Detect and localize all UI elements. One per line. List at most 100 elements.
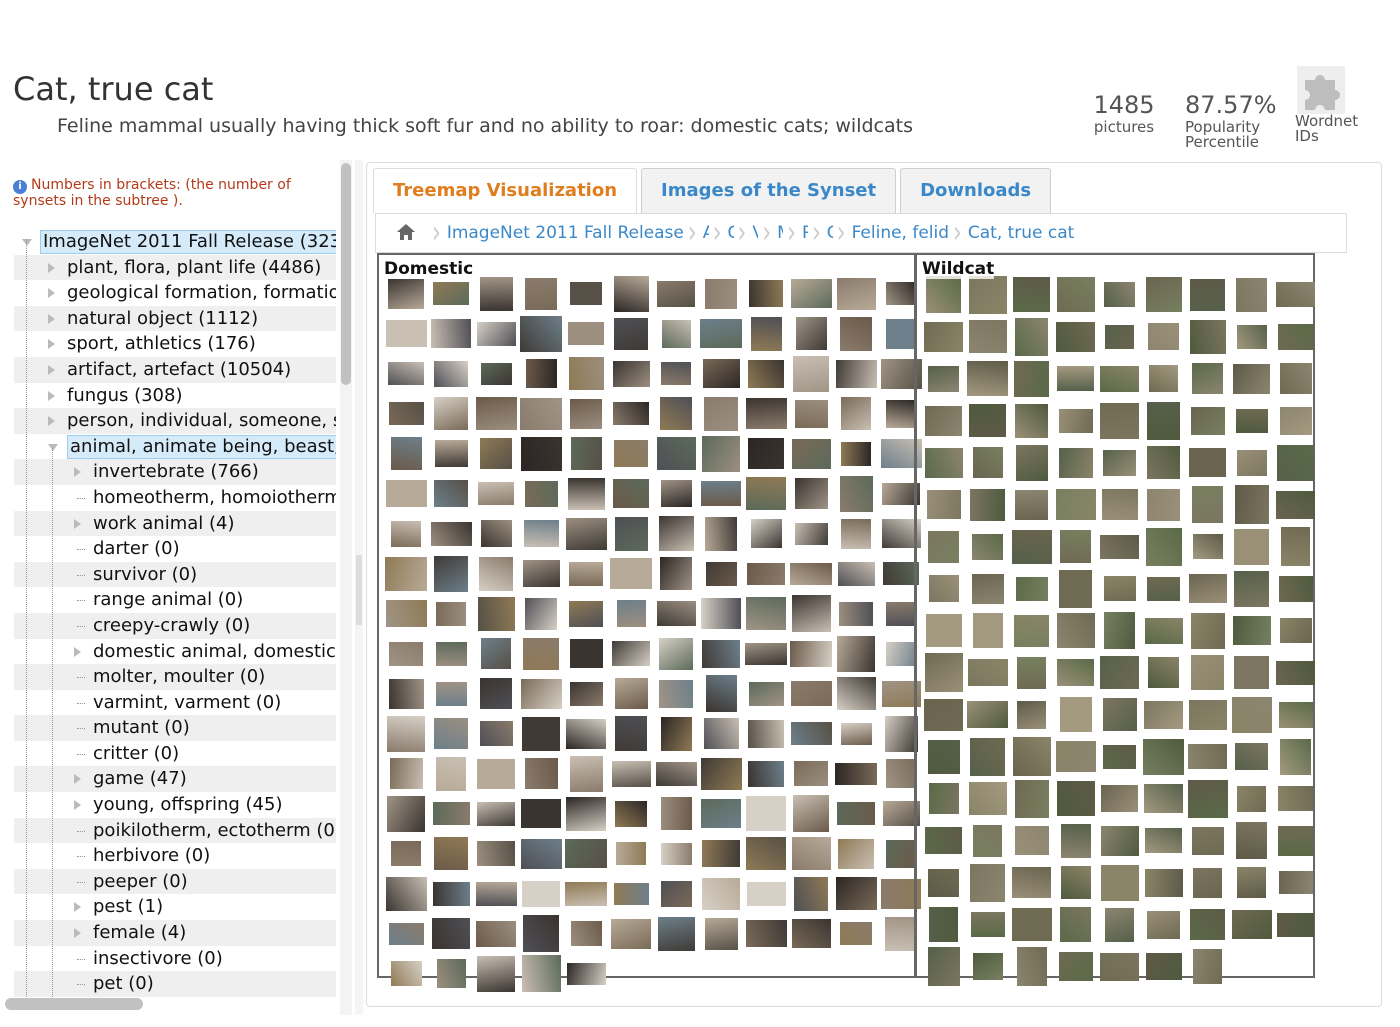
treemap-thumbnail[interactable]	[790, 563, 832, 585]
treemap-thumbnail[interactable]	[704, 397, 738, 431]
treemap-thumbnail[interactable]	[478, 482, 514, 505]
treemap-wildcat-label[interactable]: Wildcat	[922, 259, 995, 279]
treemap-thumbnail[interactable]	[886, 840, 916, 868]
treemap-thumbnail[interactable]	[1103, 698, 1137, 731]
treemap-thumbnail[interactable]	[1276, 661, 1315, 685]
treemap-thumbnail[interactable]	[1015, 404, 1048, 438]
breadcrumb-item-collapsed[interactable]: C	[728, 223, 734, 243]
treemap-thumbnail[interactable]	[436, 602, 466, 626]
treemap-thumbnail[interactable]	[1015, 490, 1048, 520]
treemap-thumbnail[interactable]	[481, 520, 512, 547]
treemap-thumbnail[interactable]	[661, 717, 692, 751]
treemap-thumbnail[interactable]	[701, 758, 742, 790]
treemap-thumbnail[interactable]	[751, 317, 782, 351]
treemap-thumbnail[interactable]	[705, 517, 737, 551]
breadcrumb-item-collapsed[interactable]: A	[703, 223, 709, 243]
treemap-thumbnail[interactable]	[434, 718, 468, 749]
tree-row[interactable]: young, offspring (45)	[14, 792, 336, 818]
expand-toggle-icon[interactable]	[48, 313, 58, 324]
treemap-thumbnail[interactable]	[1056, 489, 1096, 520]
tree-row[interactable]: natural object (1112)	[14, 305, 336, 332]
treemap-thumbnail[interactable]	[1060, 530, 1091, 563]
treemap-thumbnail[interactable]	[836, 877, 877, 910]
treemap-thumbnail[interactable]	[610, 558, 652, 589]
treemap-thumbnail[interactable]	[1279, 702, 1313, 728]
treemap-thumbnail[interactable]	[886, 759, 917, 788]
treemap-thumbnail[interactable]	[525, 278, 557, 310]
treemap-thumbnail[interactable]	[661, 797, 692, 830]
treemap-thumbnail[interactable]	[1147, 446, 1180, 479]
treemap-thumbnail[interactable]	[972, 574, 1004, 604]
treemap-thumbnail[interactable]	[1191, 613, 1225, 649]
treemap-thumbnail[interactable]	[703, 359, 740, 388]
treemap-thumbnail[interactable]	[656, 762, 697, 786]
treemap-thumbnail[interactable]	[968, 659, 1008, 686]
treemap-thumbnail[interactable]	[1236, 278, 1267, 312]
treemap-thumbnail[interactable]	[701, 799, 741, 828]
treemap-thumbnail[interactable]	[1059, 409, 1093, 433]
treemap-thumbnail[interactable]	[746, 837, 786, 870]
tree-row[interactable]: person, individual, someone, somebody, m…	[14, 408, 336, 434]
tree-row[interactable]: female (4)	[14, 920, 336, 946]
treemap-thumbnail[interactable]	[431, 522, 472, 546]
tree-item-label[interactable]: work animal (4)	[93, 511, 235, 537]
treemap-thumbnail[interactable]	[791, 722, 832, 745]
treemap-thumbnail[interactable]	[391, 961, 422, 986]
treemap-thumbnail[interactable]	[436, 757, 466, 791]
treemap-thumbnail[interactable]	[1277, 913, 1314, 937]
tree-row[interactable]: peeper (0)	[14, 868, 336, 895]
treemap-thumbnail[interactable]	[925, 406, 962, 436]
treemap-thumbnail[interactable]	[1102, 489, 1138, 520]
tree-item-label[interactable]: creepy-crawly (0)	[93, 613, 250, 639]
tree-item-label[interactable]: molter, moulter (0)	[93, 664, 265, 690]
tree-item-label[interactable]: homeotherm, homoiotherm, homotherm (0)	[93, 485, 336, 511]
tree-item-label[interactable]: ImageNet 2011 Fall Release (32326)	[40, 230, 336, 254]
treemap-thumbnail[interactable]	[613, 361, 650, 387]
treemap-thumbnail[interactable]	[927, 490, 961, 519]
treemap-thumbnail[interactable]	[841, 442, 871, 466]
treemap-thumbnail[interactable]	[1100, 656, 1139, 689]
expand-toggle-icon[interactable]	[74, 902, 84, 913]
treemap-thumbnail[interactable]	[748, 360, 784, 388]
treemap-thumbnail[interactable]	[386, 600, 427, 627]
treemap-thumbnail[interactable]	[1103, 450, 1136, 476]
treemap-thumbnail[interactable]	[436, 682, 467, 706]
treemap-thumbnail[interactable]	[389, 642, 423, 666]
treemap-thumbnail[interactable]	[1148, 323, 1179, 350]
treemap-thumbnail[interactable]	[1100, 403, 1139, 439]
treemap-thumbnail[interactable]	[569, 601, 603, 627]
treemap-thumbnail[interactable]	[567, 963, 606, 985]
treemap-thumbnail[interactable]	[748, 438, 784, 469]
treemap-thumbnail[interactable]	[1057, 366, 1094, 391]
treemap-thumbnail[interactable]	[477, 956, 515, 992]
treemap-thumbnail[interactable]	[792, 595, 831, 632]
collapse-toggle-icon[interactable]	[48, 442, 58, 452]
expand-toggle-icon[interactable]	[74, 518, 84, 529]
treemap-thumbnail[interactable]	[477, 802, 515, 826]
tree-item-label[interactable]: survivor (0)	[93, 562, 197, 588]
treemap-thumbnail[interactable]	[566, 518, 607, 550]
treemap-thumbnail[interactable]	[659, 638, 693, 670]
treemap-thumbnail[interactable]	[790, 641, 832, 667]
treemap-thumbnail[interactable]	[614, 276, 649, 312]
treemap-thumbnail[interactable]	[745, 643, 787, 665]
tree-row[interactable]: darter (0)	[14, 536, 336, 562]
treemap-thumbnail[interactable]	[1235, 743, 1268, 770]
treemap-thumbnail[interactable]	[969, 404, 1006, 437]
treemap-thumbnail[interactable]	[1146, 528, 1182, 566]
treemap-thumbnail[interactable]	[1145, 869, 1183, 897]
treemap-thumbnail[interactable]	[390, 758, 423, 789]
tree-row[interactable]: invertebrate (766)	[14, 459, 336, 485]
treemap-thumbnail[interactable]	[837, 278, 876, 310]
tree-item-label[interactable]: fungus (308)	[67, 383, 183, 409]
treemap-thumbnail[interactable]	[480, 721, 513, 746]
treemap-thumbnail[interactable]	[705, 279, 737, 309]
treemap-thumbnail[interactable]	[616, 842, 646, 865]
tree-row[interactable]: animal, animate being, beast, brute, cre…	[14, 434, 336, 460]
treemap-thumbnail[interactable]	[748, 761, 784, 787]
treemap-thumbnail[interactable]	[1016, 577, 1048, 601]
treemap-thumbnail[interactable]	[480, 678, 512, 709]
treemap-thumbnail[interactable]	[1193, 534, 1223, 559]
treemap-thumbnail[interactable]	[886, 602, 917, 626]
treemap-thumbnail[interactable]	[570, 639, 603, 668]
